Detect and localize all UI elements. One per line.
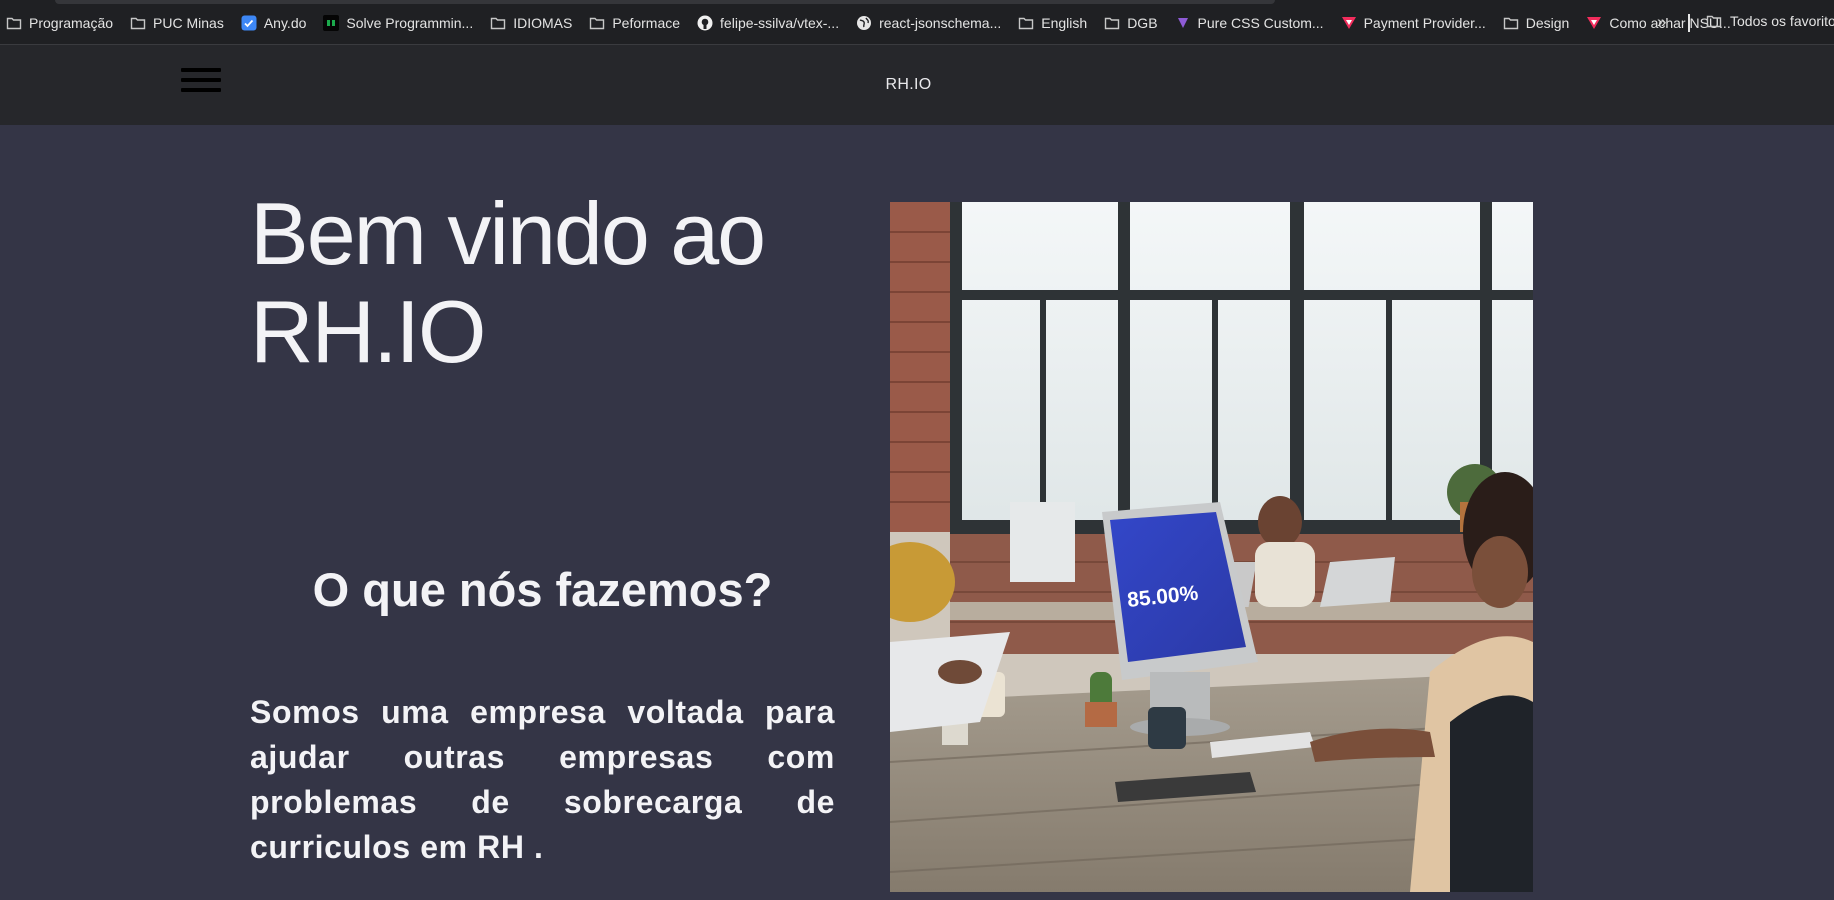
bookmark-item[interactable]: Payment Provider... — [1341, 15, 1486, 31]
globe-icon — [856, 15, 872, 31]
folder-icon — [6, 15, 22, 31]
all-bookmarks-label: Todos os favoritos — [1730, 13, 1834, 29]
bookmark-label: react-jsonschema... — [879, 15, 1002, 31]
bookmark-item[interactable]: IDIOMAS — [490, 15, 572, 31]
site-header: RH.IO — [0, 45, 1834, 125]
folder-icon — [1706, 13, 1722, 29]
folder-icon — [130, 15, 146, 31]
bookmark-item[interactable]: react-jsonschema... — [856, 15, 1001, 31]
anydo-icon — [241, 15, 257, 31]
more-bookmarks-button[interactable]: » — [1657, 12, 1666, 32]
folder-icon — [1104, 15, 1120, 31]
bookmark-item[interactable]: Programação — [6, 15, 113, 31]
hero-title-line-2: RH.IO — [250, 282, 486, 381]
section-title: O que nós fazemos? — [312, 563, 773, 616]
bookmark-label: felipe-ssilva/vtex-... — [720, 15, 840, 31]
folder-icon — [1018, 15, 1034, 31]
bookmark-item[interactable]: English — [1018, 15, 1087, 31]
bookmark-label: English — [1041, 15, 1088, 31]
site-brand[interactable]: RH.IO — [0, 76, 1817, 94]
bookmark-label: Any.do — [263, 15, 307, 31]
folder-icon — [1503, 15, 1519, 31]
site-icon — [1175, 15, 1191, 31]
bookmark-label: PUC Minas — [153, 15, 224, 31]
tab-strip-edge — [55, 0, 1275, 4]
all-bookmarks-button[interactable]: Todos os favoritos — [1706, 13, 1834, 29]
bookmark-label: DGB — [1127, 15, 1158, 31]
bookmark-label: Pure CSS Custom... — [1197, 15, 1324, 31]
bookmark-item[interactable]: Design — [1503, 15, 1570, 31]
bookmark-label: Design — [1525, 15, 1570, 31]
section-description: Somos uma empresa voltada para ajudar ou… — [250, 694, 835, 865]
folder-icon — [589, 15, 605, 31]
bookmark-label: Peformace — [612, 15, 681, 31]
bookmark-item[interactable]: Solve Programmin... — [323, 15, 473, 31]
hackerrank-icon — [323, 15, 340, 31]
vtex-icon — [1341, 15, 1357, 31]
bookmark-item[interactable]: Any.do — [241, 15, 307, 31]
vtex-icon — [1586, 15, 1602, 31]
bookmark-label: Solve Programmin... — [346, 15, 474, 31]
bookmark-item[interactable]: PUC Minas — [130, 15, 224, 31]
hero-title: Bem vindo ao RH.IO — [250, 185, 850, 381]
bookmark-item[interactable]: DGB — [1104, 15, 1158, 31]
bookmark-label: Programação — [29, 15, 114, 31]
folder-icon — [490, 15, 506, 31]
github-icon — [697, 15, 713, 31]
bookmark-item[interactable]: Pure CSS Custom... — [1175, 15, 1324, 31]
bookmark-label: Payment Provider... — [1363, 15, 1486, 31]
bookmarks-divider — [1688, 14, 1690, 32]
bookmark-item[interactable]: Peformace — [589, 15, 680, 31]
bookmarks-bar: Programação PUC Minas Any.do Solve Programm… — [0, 0, 1834, 45]
bookmark-item[interactable]: felipe-ssilva/vtex-... — [697, 15, 839, 31]
bookmark-label: IDIOMAS — [513, 15, 573, 31]
bookmark-list: Programação PUC Minas Any.do Solve Programm… — [6, 13, 1748, 33]
office-photo: 85.00% — [890, 202, 1533, 892]
hero-title-line-1: Bem vindo ao — [250, 184, 766, 283]
